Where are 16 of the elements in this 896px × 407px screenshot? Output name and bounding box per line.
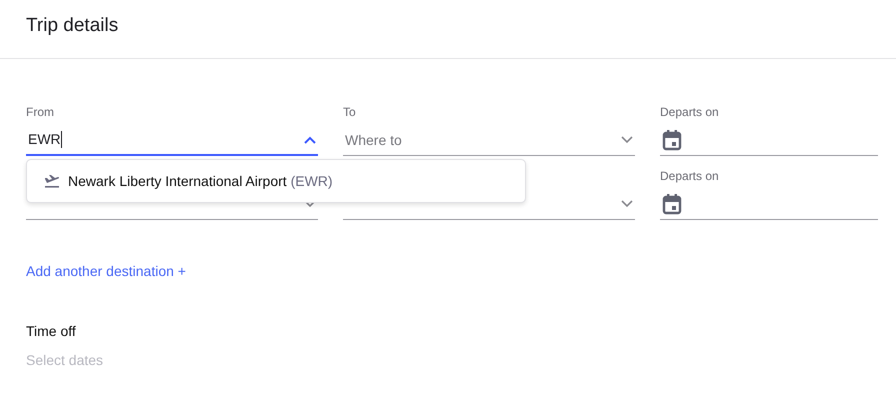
chevron-down-icon[interactable] (621, 136, 633, 144)
calendar-icon[interactable] (662, 129, 682, 151)
add-destination-link[interactable]: Add another destination + (26, 263, 186, 279)
calendar-icon[interactable] (662, 193, 682, 215)
page-title: Trip details (26, 15, 120, 37)
field-label: Departs on (660, 105, 720, 119)
section-title: Time off (26, 323, 77, 339)
field-label: To (343, 105, 357, 119)
field-label: From (26, 105, 55, 119)
airport-field[interactable]: EWR (26, 125, 318, 156)
chevron-down-icon[interactable] (621, 200, 633, 208)
chevron-up-icon[interactable] (304, 136, 316, 144)
airport-field[interactable]: Where to (343, 125, 635, 156)
plane-departure-icon (44, 174, 60, 188)
airport-suggestion-menu[interactable]: Newark Liberty International Airport (EWR) (26, 159, 526, 203)
field-label: Departs on (660, 169, 720, 183)
